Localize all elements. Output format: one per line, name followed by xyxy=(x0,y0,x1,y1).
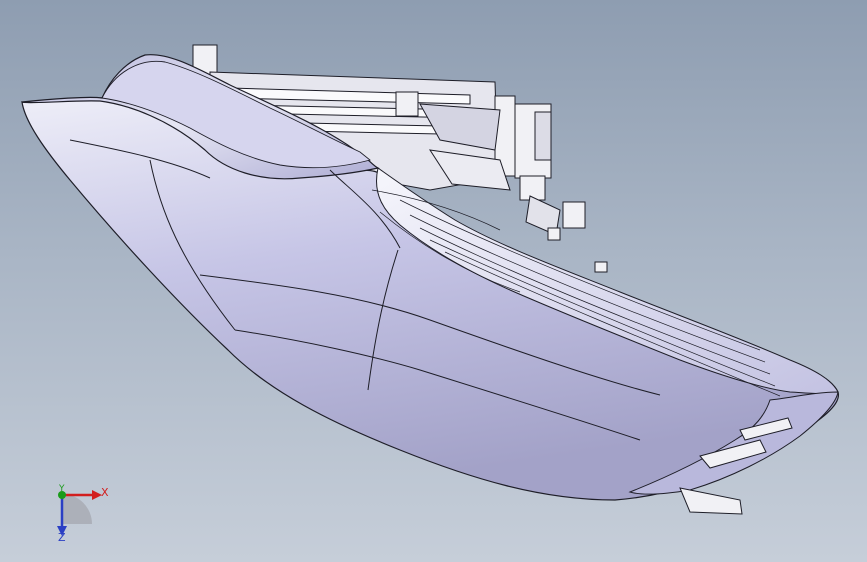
coordinate-triad: X Y Z xyxy=(40,478,130,553)
z-axis-label: Z xyxy=(58,531,66,544)
headlamp-model[interactable] xyxy=(0,0,867,562)
graphics-viewport[interactable]: X Y Z xyxy=(0,0,867,562)
x-axis-label: X xyxy=(101,486,109,499)
y-axis-label: Y xyxy=(59,484,65,494)
